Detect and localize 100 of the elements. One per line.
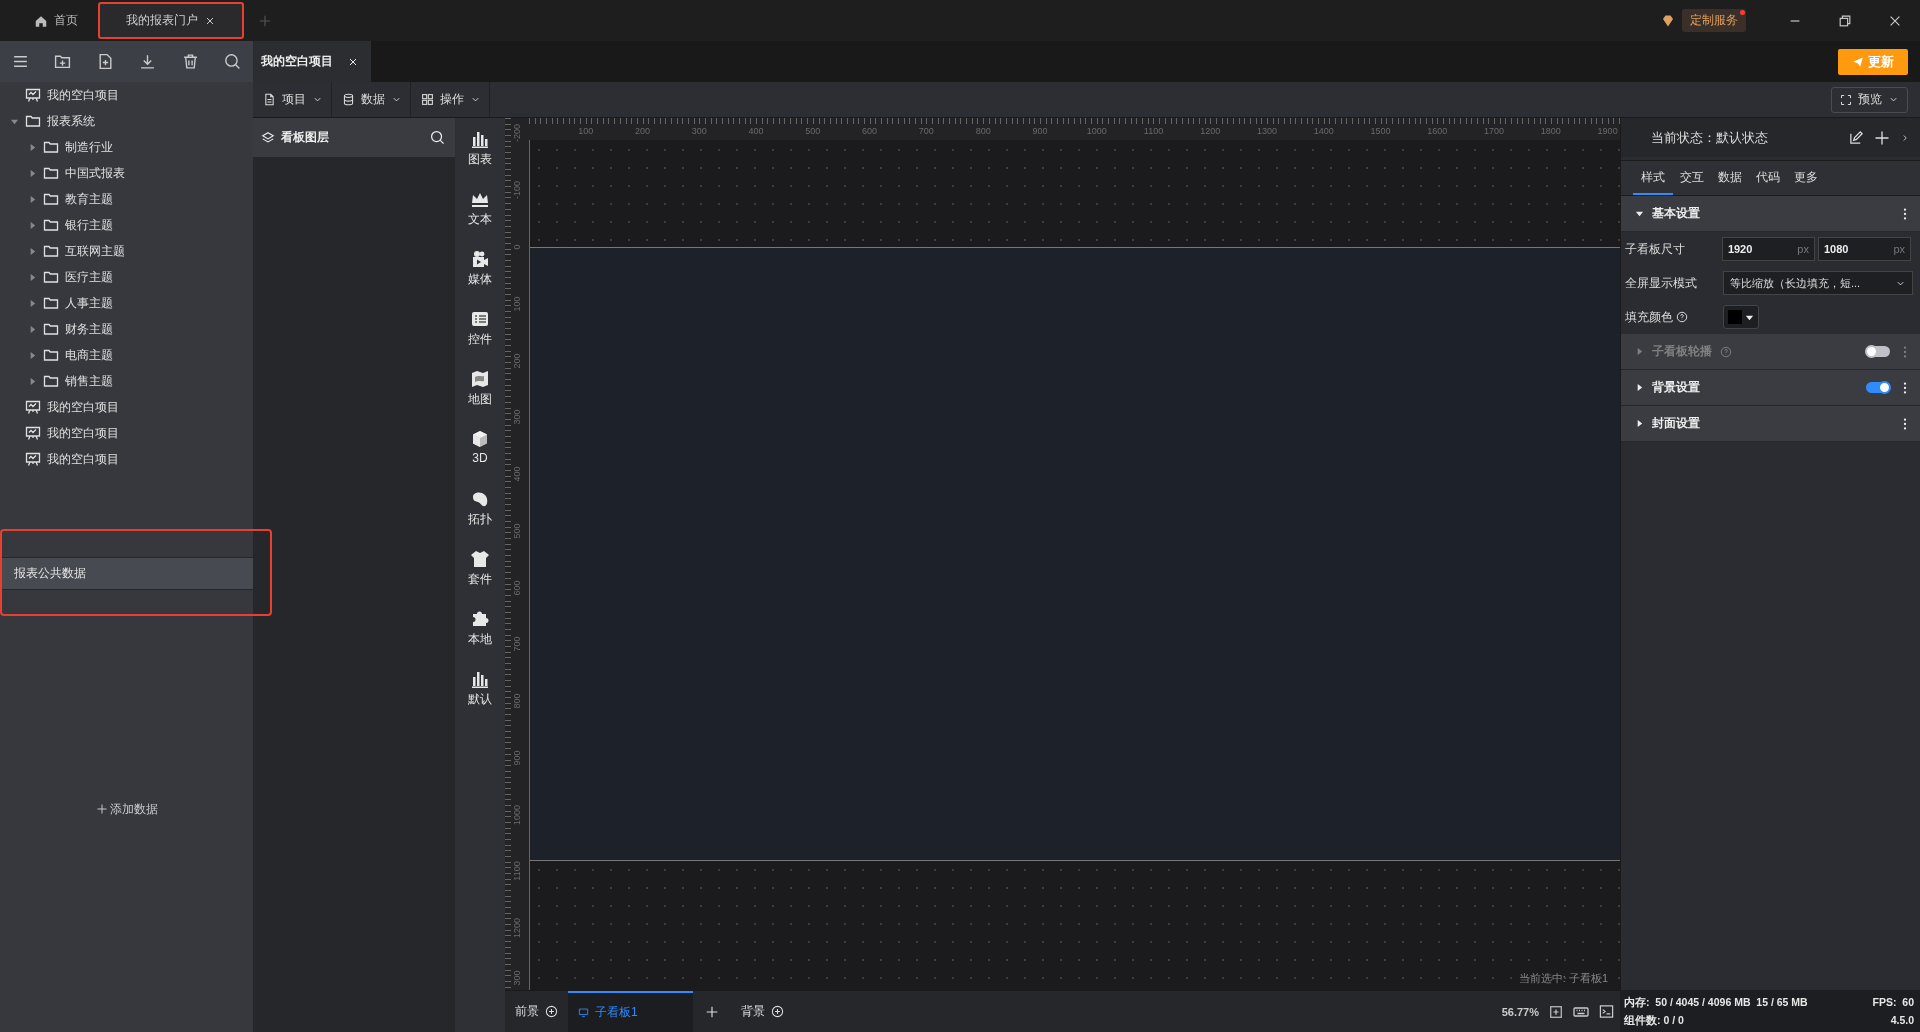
ruler-label: 300 [512,970,522,986]
terminal-icon[interactable] [1599,1004,1614,1019]
tree-item[interactable]: 人事主题 [65,294,113,312]
new-file-icon[interactable] [96,53,114,70]
ruler-label: 0 [512,244,522,250]
edit-icon[interactable] [1849,130,1864,145]
ruler-label: 1900 [1597,126,1618,136]
component-category-button[interactable]: 套件 [468,547,492,607]
toggle-switch[interactable] [1866,382,1890,393]
ruler-label: 200 [512,353,522,369]
tree-item[interactable]: 我的空白项目 [47,450,119,468]
window-tab[interactable]: 我的报表门户 [98,2,244,39]
database-icon [342,93,355,106]
component-category-button[interactable]: 图表 [468,127,492,187]
tree-item[interactable]: 中国式报表 [65,164,125,182]
plus-circle-icon [771,1005,784,1018]
tree-item[interactable]: 报表系统 [47,112,95,130]
tree-item[interactable]: 教育主题 [65,190,113,208]
width-input[interactable]: 1920 px [1721,237,1815,261]
restore-icon[interactable] [1838,13,1852,28]
preview-button[interactable]: 预览 [1831,86,1908,113]
component-category-button[interactable]: 默认 [468,667,492,727]
caret-right-icon[interactable] [1635,419,1644,428]
menu-icon[interactable] [12,53,29,70]
menu-dropdown[interactable]: 项目 [253,82,332,117]
add-data-button[interactable]: 添加数据 [89,799,164,819]
folder-icon [43,191,59,207]
folder-icon [43,165,59,181]
memory-usage: 内存: 50 / 4045 / 4096 MB 15 / 65 MB [1624,996,1808,1010]
component-category-button[interactable]: 媒体 [468,247,492,307]
tree-item[interactable]: 我的空白项目 [47,86,119,104]
color-picker[interactable] [1723,305,1759,329]
project-tab[interactable]: 我的空白项目 [253,41,371,82]
component-category-button[interactable]: 地图 [468,367,492,427]
ruler-label: 1400 [1313,126,1334,136]
list-panel-icon [470,309,490,329]
menu-dropdown[interactable]: 数据 [332,82,411,117]
folder-icon [43,269,59,285]
search-icon[interactable] [430,130,445,145]
board-tab[interactable]: 背景 [731,991,794,1032]
display-mode-select[interactable]: 等比缩放（长边填充，短... [1723,271,1913,295]
settings-section-header[interactable]: 基本设置 [1621,196,1920,232]
tree-item[interactable]: 销售主题 [65,372,113,390]
ruler-label: 600 [862,126,878,136]
menu-dropdown[interactable]: 操作 [411,82,490,117]
presentation-board-icon [25,451,41,467]
ruler-label: -200 [512,124,522,143]
ruler-label: 300 [691,126,707,136]
settings-section-header[interactable]: 背景设置 [1621,370,1920,406]
board-tab[interactable]: 子看板1 [568,991,693,1032]
component-category-button[interactable]: 文本 [468,187,492,247]
tree-item[interactable]: 财务主题 [65,320,113,338]
ruler-label: 700 [918,126,934,136]
plus-circle-icon [545,1005,558,1018]
current-state-label: 当前状态：默认状态 [1651,128,1769,147]
component-category-button[interactable]: 拓扑 [468,487,492,547]
property-tab[interactable]: 数据 [1711,161,1749,195]
tree-item[interactable]: 医疗主题 [65,268,113,286]
bar-chart-icon [470,129,490,149]
property-tab[interactable]: 代码 [1749,161,1787,195]
trash-icon[interactable] [181,53,199,70]
folder-icon [25,113,41,129]
send-icon [1852,55,1864,68]
tree-item[interactable]: 制造行业 [65,138,113,156]
ruler-label: 1300 [1257,126,1277,136]
ruler-label: 400 [748,126,764,136]
component-category-button[interactable]: 本地 [468,607,492,667]
custom-service-badge[interactable]: 定制服务 [1682,9,1746,32]
board-tab[interactable]: 前景 [505,991,568,1032]
settings-section-header[interactable]: 封面设置 [1621,406,1920,442]
layers-icon [261,130,275,145]
tree-item[interactable]: 我的空白项目 [47,398,119,416]
property-tab[interactable]: 更多 [1787,161,1825,195]
folder-icon [43,243,59,259]
ruler-label: 1000 [512,804,522,825]
folder-icon [43,347,59,363]
caret-down-icon[interactable] [1635,209,1644,218]
new-folder-icon[interactable] [54,53,72,70]
component-category-button[interactable]: 控件 [468,307,492,367]
folder-icon [43,321,59,337]
height-input[interactable]: 1080 px [1817,237,1911,261]
component-category-button[interactable]: 3D [470,427,490,487]
presentation-board-icon [25,87,41,103]
window-tab[interactable]: 首页 [18,2,94,39]
download-icon[interactable] [139,53,157,70]
folder-icon [43,295,59,311]
ruler-label: 1100 [512,861,522,882]
fit-screen-icon[interactable] [1549,1004,1563,1019]
add-state-icon[interactable] [1874,129,1890,146]
fps-counter: FPS: 60 [1872,996,1914,1010]
caret-right-icon[interactable] [1635,383,1644,392]
tree-item[interactable]: 银行主题 [65,216,113,234]
tree-item[interactable]: 电商主题 [65,346,113,364]
property-tab[interactable]: 交互 [1673,161,1711,195]
tree-item[interactable]: 我的空白项目 [47,424,119,442]
presentation-board-icon [25,425,41,441]
data-source-item[interactable]: 报表公共数据 [0,557,253,590]
tree-item[interactable]: 互联网主题 [65,242,125,260]
search-icon[interactable] [223,53,241,70]
add-board-icon[interactable] [705,1004,719,1019]
